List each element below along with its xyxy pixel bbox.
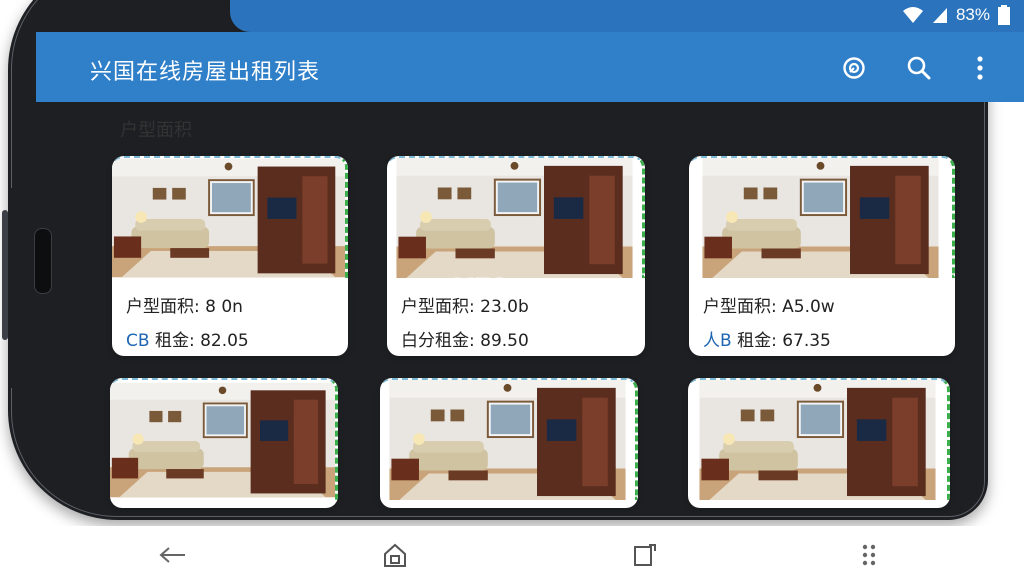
rent-label: CB 租金: 82.05 [126, 326, 249, 351]
rent-value: 白分租金: 89.50 [401, 331, 529, 351]
listing-card[interactable] [688, 378, 950, 508]
recents-icon [634, 544, 656, 566]
more-vert-icon [977, 56, 983, 80]
watermark-logo: K73 [453, 272, 509, 305]
rent-prefix: 人B [703, 331, 732, 351]
menu-icon [862, 544, 876, 566]
listing-photo [112, 156, 348, 278]
compass-button[interactable] [838, 52, 870, 84]
search-icon [907, 56, 931, 80]
app-bar: 兴国在线房屋出租列表 [36, 32, 1024, 102]
back-button[interactable] [158, 540, 188, 570]
home-button[interactable] [380, 540, 410, 570]
recents-button[interactable] [630, 540, 660, 570]
area-label: 户型面积: A5.0w [703, 297, 835, 317]
battery-percentage: 83% [955, 5, 990, 24]
listing-photo [380, 378, 638, 500]
battery-icon [998, 5, 1010, 25]
search-button[interactable] [903, 52, 935, 84]
more-options-button[interactable] [964, 52, 996, 84]
rent-label: 人B 租金: 67.35 [703, 326, 831, 351]
compass-icon [843, 57, 865, 79]
rent-value: 租金: 67.35 [731, 331, 831, 351]
listing-card[interactable]: 户型面积: 8 0n CB 租金: 82.05 [112, 156, 348, 356]
listing-photo [688, 378, 950, 500]
rent-label: 白分租金: 89.50 [401, 326, 529, 351]
listing-photo [689, 156, 955, 278]
back-icon [159, 547, 185, 563]
wifi-icon [902, 6, 924, 24]
listing-photo [387, 156, 645, 278]
menu-button[interactable] [854, 540, 884, 570]
status-bar: 83% [230, 0, 1024, 32]
home-icon [384, 543, 406, 567]
listing-card[interactable]: 户型面积: 23.0b 白分租金: 89.50 [387, 156, 645, 356]
rent-value: 租金: 82.05 [149, 331, 249, 351]
section-label: 户型面积 [120, 120, 192, 141]
rent-prefix: CB [126, 331, 150, 351]
listing-photo [110, 378, 338, 500]
signal-icon [932, 6, 948, 24]
area-label: 户型面积: 8 0n [126, 297, 243, 317]
phone-speaker [34, 228, 52, 294]
system-nav-bar [0, 526, 1024, 576]
listing-card[interactable] [110, 378, 338, 508]
listing-card[interactable] [380, 378, 638, 508]
page-title: 兴国在线房屋出租列表 [90, 60, 321, 85]
listing-card[interactable]: 户型面积: A5.0w 人B 租金: 67.35 [689, 156, 955, 356]
